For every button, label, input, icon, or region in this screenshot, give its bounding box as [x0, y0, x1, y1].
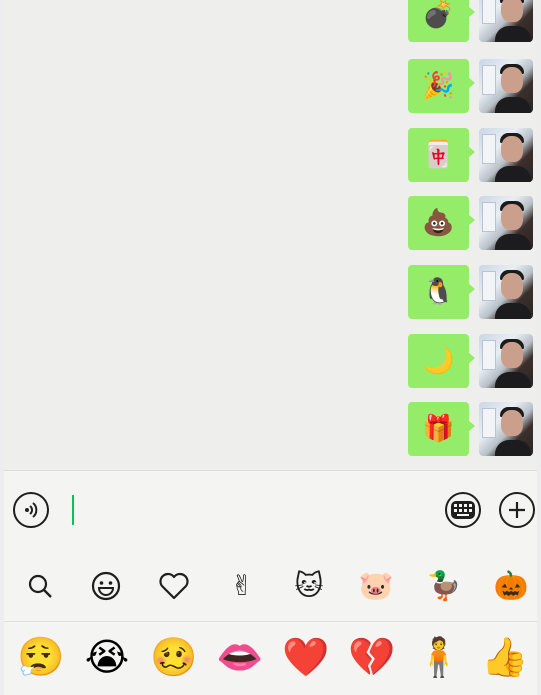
lucky-cat-sticker-pack-icon[interactable]: 🐱 [287, 564, 331, 608]
message-row: 🎁 [393, 402, 533, 456]
gift-sticker[interactable]: 🎁 [408, 402, 475, 456]
red-heart-emoji[interactable]: ❤️ [281, 632, 331, 682]
duck-sticker-pack-icon[interactable]: 🦆 [422, 564, 466, 608]
broken-heart-emoji[interactable]: 💔 [347, 632, 397, 682]
avatar[interactable] [479, 265, 533, 319]
message-row: 🐧 [393, 265, 533, 319]
victory-hand-icon[interactable]: ✌ [220, 564, 264, 608]
message-row: 💣 [393, 0, 533, 42]
heart-outline-icon[interactable] [152, 564, 196, 608]
sigh-face-emoji[interactable]: 😮‍💨 [16, 632, 66, 682]
lips-emoji[interactable]: 👄 [215, 632, 265, 682]
crying-face-emoji[interactable]: 😭 [82, 632, 132, 682]
avatar[interactable] [479, 196, 533, 250]
message-text-input[interactable] [64, 487, 434, 533]
cracked-face-emoji[interactable]: 🥴 [149, 632, 199, 682]
green-figure-emoji[interactable]: 🧍 [414, 632, 464, 682]
message-row: 🀄 [393, 128, 533, 182]
more-options-button[interactable] [499, 492, 535, 528]
text-cursor [72, 495, 74, 525]
emoji-grid: 😮‍💨 😭 🥴 👄 ❤️ 💔 🧍 👍 [4, 622, 537, 695]
penguin-sticker[interactable]: 🐧 [408, 265, 475, 319]
avatar[interactable] [479, 59, 533, 113]
search-icon[interactable] [18, 564, 62, 608]
poop-sticker[interactable]: 💩 [408, 196, 475, 250]
avatar[interactable] [479, 334, 533, 388]
voice-input-icon [25, 502, 38, 518]
bomb-sticker[interactable]: 💣 [408, 0, 475, 42]
sticker-tab-bar: ✌ 🐱 🐷 🦆 🎃 [4, 550, 537, 622]
avatar[interactable] [479, 0, 533, 42]
keyboard-icon [451, 501, 475, 519]
chat-message-list[interactable]: 💣 🎉 🀄 💩 🐧 🌙 🎁 [4, 0, 537, 470]
party-popper-sticker[interactable]: 🎉 [408, 59, 475, 113]
voice-input-button[interactable] [13, 492, 49, 528]
smiley-icon[interactable] [84, 564, 128, 608]
message-row: 💩 [393, 196, 533, 250]
moon-sticker[interactable]: 🌙 [408, 334, 475, 388]
avatar[interactable] [479, 402, 533, 456]
pig-sticker-pack-icon[interactable]: 🐷 [354, 564, 398, 608]
plus-icon [509, 502, 525, 518]
pumpkin-sticker-pack-icon[interactable]: 🎃 [489, 564, 533, 608]
avatar[interactable] [479, 128, 533, 182]
message-input-bar [4, 470, 537, 550]
mahjong-fa-tile-sticker[interactable]: 🀄 [408, 128, 475, 182]
message-row: 🌙 [393, 334, 533, 388]
thumbs-up-emoji[interactable]: 👍 [480, 632, 530, 682]
keyboard-toggle-button[interactable] [445, 492, 481, 528]
message-row: 🎉 [393, 59, 533, 113]
